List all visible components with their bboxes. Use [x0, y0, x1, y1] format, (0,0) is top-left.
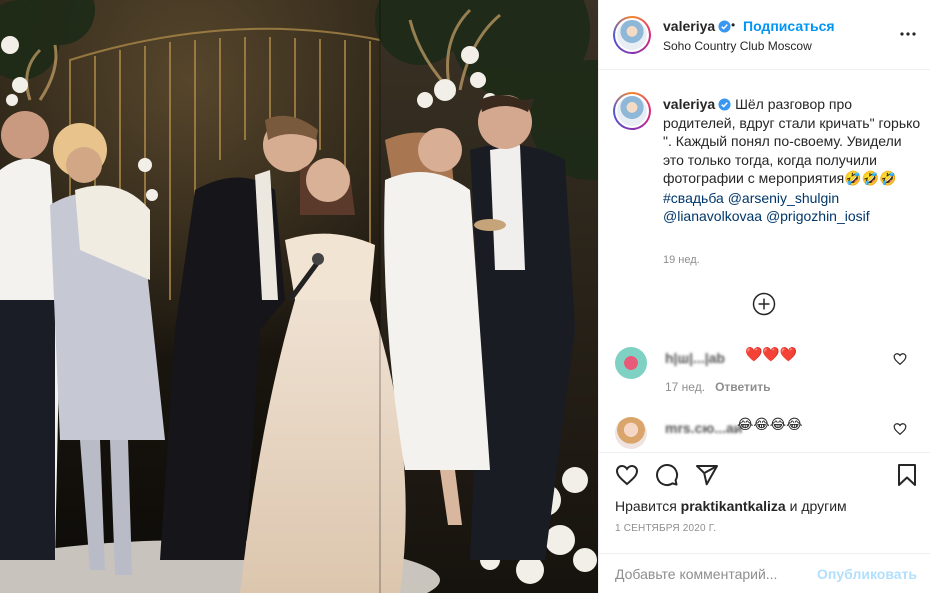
- likes-user-link[interactable]: praktikantkaliza: [681, 498, 786, 514]
- caption-time[interactable]: 19 нед.: [663, 254, 700, 266]
- like-comment-icon[interactable]: [893, 352, 907, 366]
- mention-link[interactable]: @arseniy_shulgin: [728, 190, 840, 206]
- publish-button[interactable]: Опубликовать: [817, 566, 917, 582]
- post-location[interactable]: Soho Country Club Moscow: [663, 39, 812, 53]
- comment-text: 😂😂😂😂: [737, 417, 803, 433]
- comment-input[interactable]: [615, 564, 815, 584]
- comment-meta: 17 нед. Ответить: [665, 380, 771, 394]
- separator-dot: •: [731, 18, 736, 32]
- reply-button[interactable]: Ответить: [715, 380, 770, 394]
- author-username-text[interactable]: valeriya: [663, 18, 715, 34]
- load-more-comments-icon[interactable]: [752, 292, 776, 316]
- author-username[interactable]: valeriya: [663, 18, 731, 34]
- mention-link[interactable]: @lianavolkovaa: [663, 208, 762, 224]
- commenter-avatar[interactable]: [615, 417, 647, 449]
- commenter-avatar[interactable]: [615, 347, 647, 379]
- comment-text: ❤️❤️❤️: [745, 347, 798, 363]
- post-date[interactable]: 1 сентября 2020 г.: [615, 523, 716, 534]
- post-header: valeriya • Подписаться Soho Country Club…: [599, 0, 930, 70]
- verified-icon: [718, 98, 731, 111]
- comment-item: h|ш|...|ab ❤️❤️❤️ 17 нед. Ответить: [599, 346, 930, 396]
- commenter-username[interactable]: mrs.сю...аи: [665, 420, 742, 436]
- post-photo[interactable]: [0, 0, 598, 593]
- author-avatar[interactable]: [613, 16, 651, 54]
- caption-avatar[interactable]: [613, 92, 651, 130]
- save-bookmark-icon[interactable]: [895, 463, 919, 487]
- comment-item: mrs.сю...аи 😂😂😂😂: [599, 416, 930, 456]
- hashtag-link[interactable]: #свадьба: [663, 190, 724, 206]
- more-options-icon[interactable]: [899, 25, 917, 43]
- follow-button[interactable]: Подписаться: [743, 18, 835, 34]
- like-comment-icon[interactable]: [893, 422, 907, 436]
- verified-icon: [718, 20, 731, 33]
- add-comment-bar: Опубликовать: [599, 553, 930, 593]
- caption-username[interactable]: valeriya: [663, 96, 715, 112]
- caption-emojis: 🤣🤣🤣: [844, 171, 897, 187]
- post-actions: Нравится praktikantkaliza и другим 1 сен…: [599, 452, 930, 593]
- mention-link[interactable]: @prigozhin_iosif: [766, 208, 870, 224]
- likes-summary: Нравится praktikantkaliza и другим: [615, 498, 847, 514]
- commenter-username[interactable]: h|ш|...|ab: [665, 350, 725, 366]
- likes-prefix: Нравится: [615, 498, 681, 514]
- share-icon[interactable]: [695, 463, 719, 487]
- caption-text: valeriya Шёл разговор про родителей, вдр…: [663, 95, 921, 226]
- like-heart-icon[interactable]: [615, 463, 639, 487]
- likes-others-link[interactable]: и другим: [786, 498, 847, 514]
- wedding-photo: [0, 0, 598, 593]
- comment-time[interactable]: 17 нед.: [665, 380, 705, 394]
- post-sidebar: valeriya • Подписаться Soho Country Club…: [598, 0, 930, 593]
- comment-icon[interactable]: [655, 463, 679, 487]
